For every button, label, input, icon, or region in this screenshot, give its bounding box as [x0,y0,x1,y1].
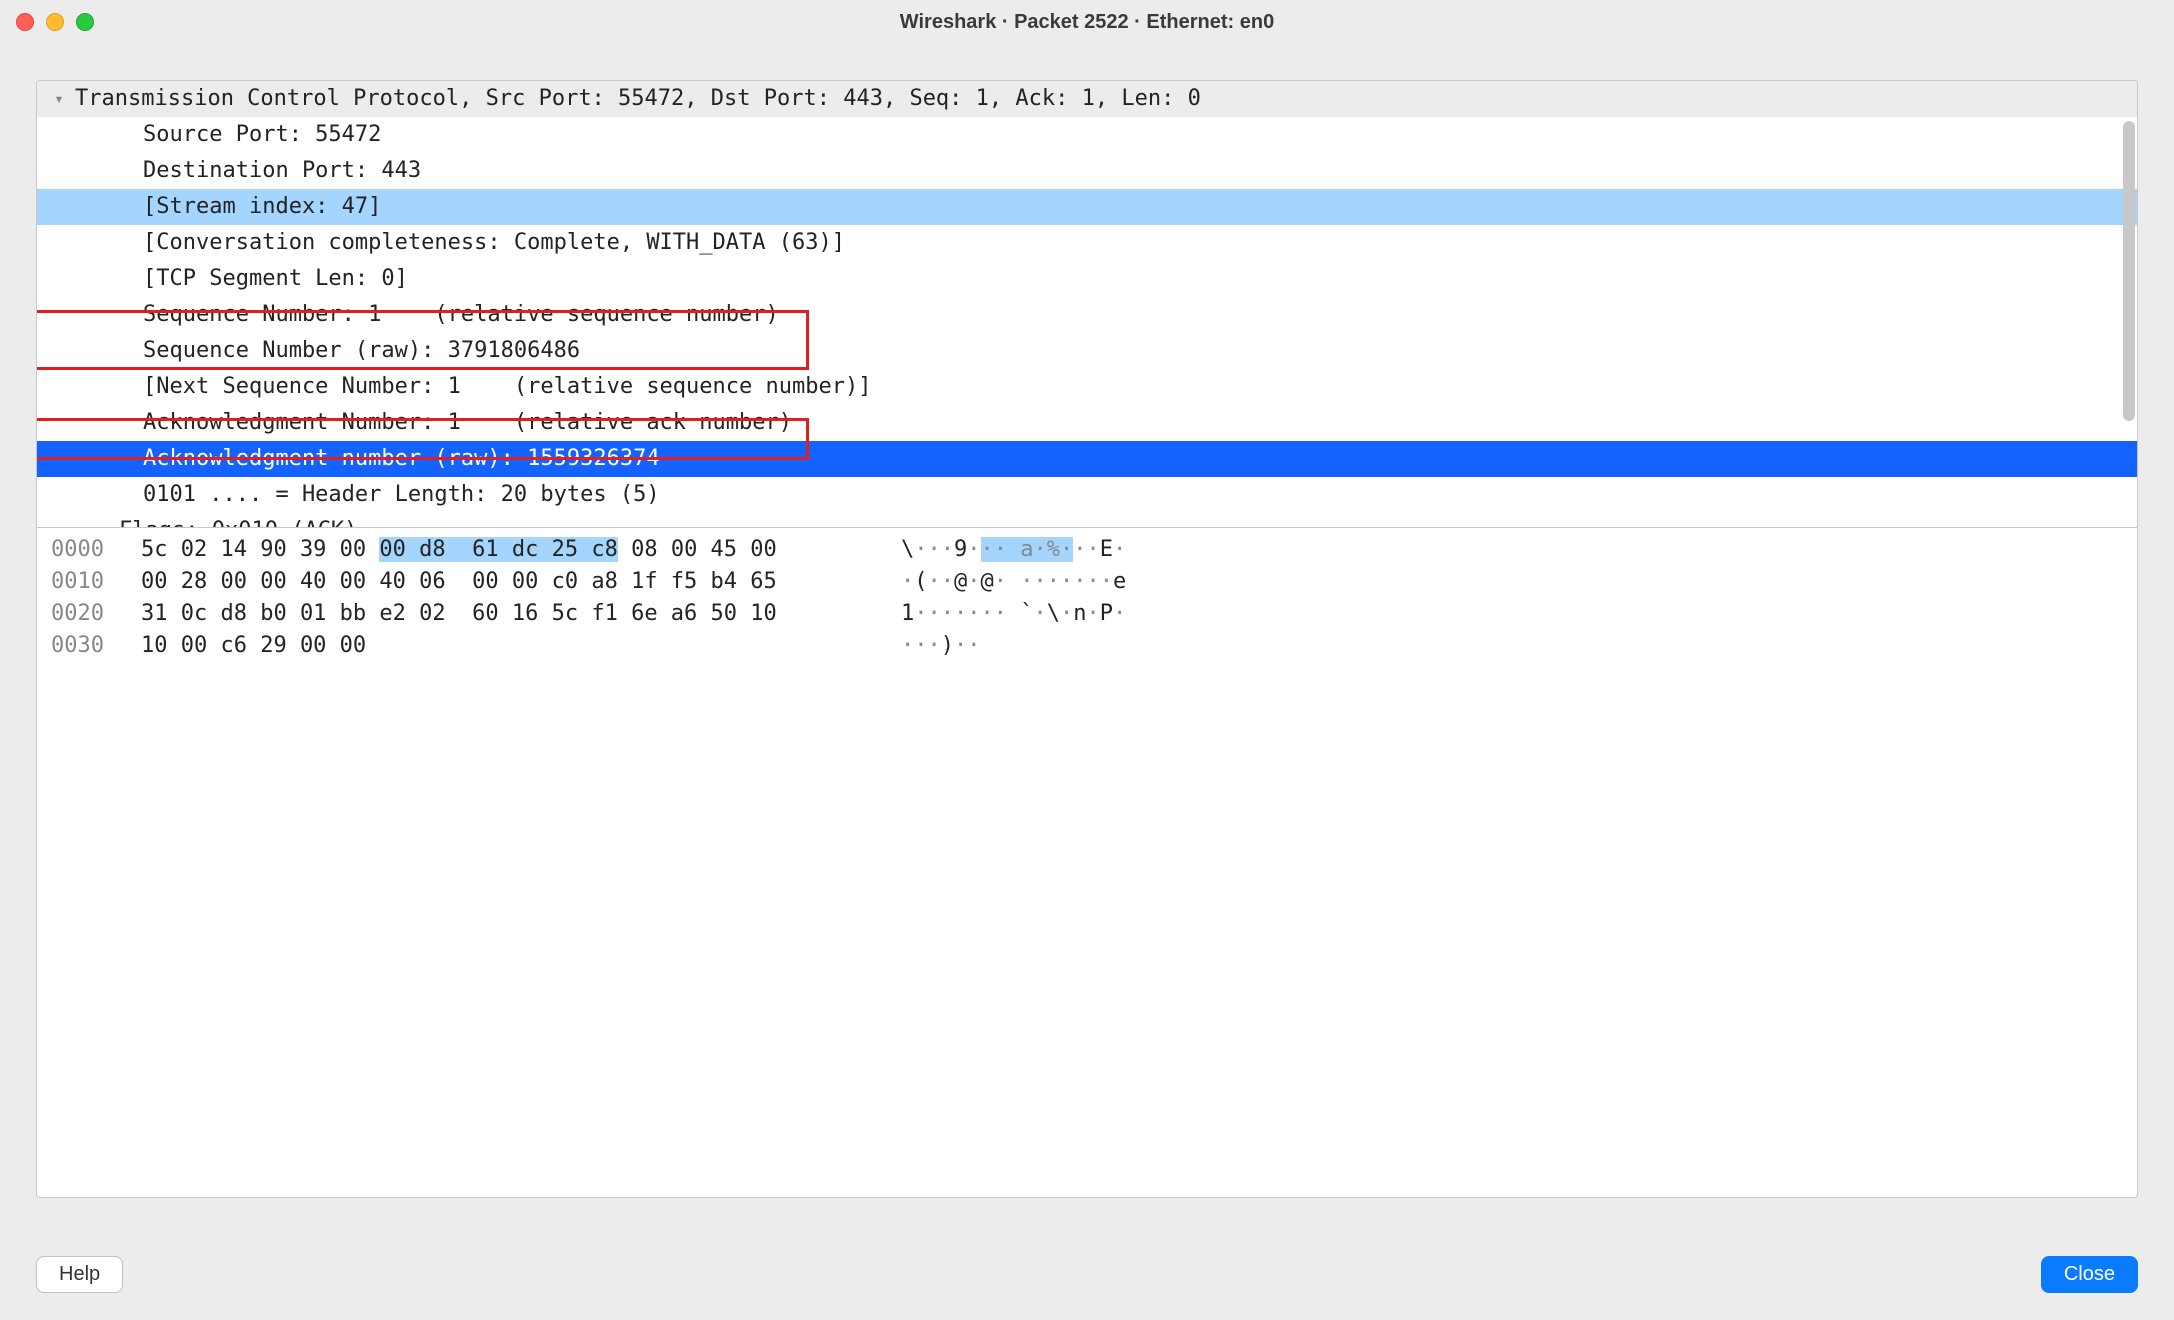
close-button[interactable]: Close [2041,1256,2138,1293]
hex-bytes: 5c 02 14 90 39 00 00 d8 61 dc 25 c8 08 0… [141,534,861,566]
next-seq-row[interactable]: [Next Sequence Number: 1 (relative seque… [37,369,2137,405]
dst-port-row[interactable]: Destination Port: 443 [37,153,2137,189]
chevron-right-icon[interactable]: ▸ [47,513,71,527]
seq-rel-label: Sequence Number: 1 (relative sequence nu… [71,297,779,333]
seq-raw-label: Sequence Number (raw): 3791806486 [71,333,580,369]
ack-rel-row[interactable]: Acknowledgment Number: 1 (relative ack n… [37,405,2137,441]
hex-row-0010[interactable]: 0010 00 28 00 00 40 00 40 06 00 00 c0 a8… [51,566,2123,598]
hex-ascii: \···9··· a·%···E· [861,534,1126,566]
conv-complete-label: [Conversation completeness: Complete, WI… [71,225,845,261]
src-port-label: Source Port: 55472 [71,117,381,153]
ack-raw-row[interactable]: Acknowledgment number (raw): 1559326374 [37,441,2137,477]
help-button[interactable]: Help [36,1256,123,1293]
tcp-header-row[interactable]: ▾ Transmission Control Protocol, Src Por… [37,81,2137,117]
hex-row-0000[interactable]: 0000 5c 02 14 90 39 00 00 d8 61 dc 25 c8… [51,534,2123,566]
stream-index-label: [Stream index: 47] [71,189,381,225]
next-seq-label: [Next Sequence Number: 1 (relative seque… [71,369,871,405]
packet-details-window: Wireshark · Packet 2522 · Ethernet: en0 … [0,0,2174,1320]
window-title: Wireshark · Packet 2522 · Ethernet: en0 [0,11,2174,34]
ack-rel-label: Acknowledgment Number: 1 (relative ack n… [71,405,792,441]
conv-complete-row[interactable]: [Conversation completeness: Complete, WI… [37,225,2137,261]
seg-len-row[interactable]: [TCP Segment Len: 0] [37,261,2137,297]
protocol-tree[interactable]: ▾ Transmission Control Protocol, Src Por… [37,81,2137,527]
hex-bytes: 10 00 c6 29 00 00 [141,630,861,662]
stream-index-row[interactable]: [Stream index: 47] [37,189,2137,225]
dst-port-label: Destination Port: 443 [71,153,421,189]
ack-raw-label: Acknowledgment number (raw): 1559326374 [71,441,660,477]
hdr-len-label: 0101 .... = Header Length: 20 bytes (5) [71,477,660,513]
traffic-lights [16,13,94,31]
seq-raw-row[interactable]: Sequence Number (raw): 3791806486 [37,333,2137,369]
hex-row-0020[interactable]: 0020 31 0c d8 b0 01 bb e2 02 60 16 5c f1… [51,598,2123,630]
close-window-icon[interactable] [16,13,34,31]
hdr-len-row[interactable]: 0101 .... = Header Length: 20 bytes (5) [37,477,2137,513]
protocol-tree-pane[interactable]: ▾ Transmission Control Protocol, Src Por… [36,80,2138,528]
dialog-footer: Help Close [0,1248,2174,1320]
hex-ascii: 1······· `·\·n·P· [861,598,1126,630]
hex-offset: 0020 [51,598,141,630]
titlebar: Wireshark · Packet 2522 · Ethernet: en0 [0,0,2174,44]
flags-row[interactable]: ▸Flags: 0x010 (ACK) [37,513,2137,527]
zoom-window-icon[interactable] [76,13,94,31]
hex-ascii: ·(··@·@· ·······e [861,566,1126,598]
chevron-down-icon[interactable]: ▾ [47,81,71,117]
hex-dump-pane[interactable]: 0000 5c 02 14 90 39 00 00 d8 61 dc 25 c8… [36,528,2138,1198]
hex-ascii: ···)·· [861,630,981,662]
seg-len-label: [TCP Segment Len: 0] [71,261,408,297]
src-port-row[interactable]: Source Port: 55472 [37,117,2137,153]
minimize-window-icon[interactable] [46,13,64,31]
hex-offset: 0030 [51,630,141,662]
hex-row-0030[interactable]: 0030 10 00 c6 29 00 00 ···)·· [51,630,2123,662]
flags-label: Flags: 0x010 (ACK) [71,513,357,527]
hex-offset: 0000 [51,534,141,566]
hex-bytes: 00 28 00 00 40 00 40 06 00 00 c0 a8 1f f… [141,566,861,598]
hex-offset: 0010 [51,566,141,598]
tcp-header-label: Transmission Control Protocol, Src Port:… [71,81,1201,117]
hex-bytes: 31 0c d8 b0 01 bb e2 02 60 16 5c f1 6e a… [141,598,861,630]
seq-rel-row[interactable]: Sequence Number: 1 (relative sequence nu… [37,297,2137,333]
content-area: ▾ Transmission Control Protocol, Src Por… [0,44,2174,1248]
scrollbar-thumb[interactable] [2123,121,2135,421]
